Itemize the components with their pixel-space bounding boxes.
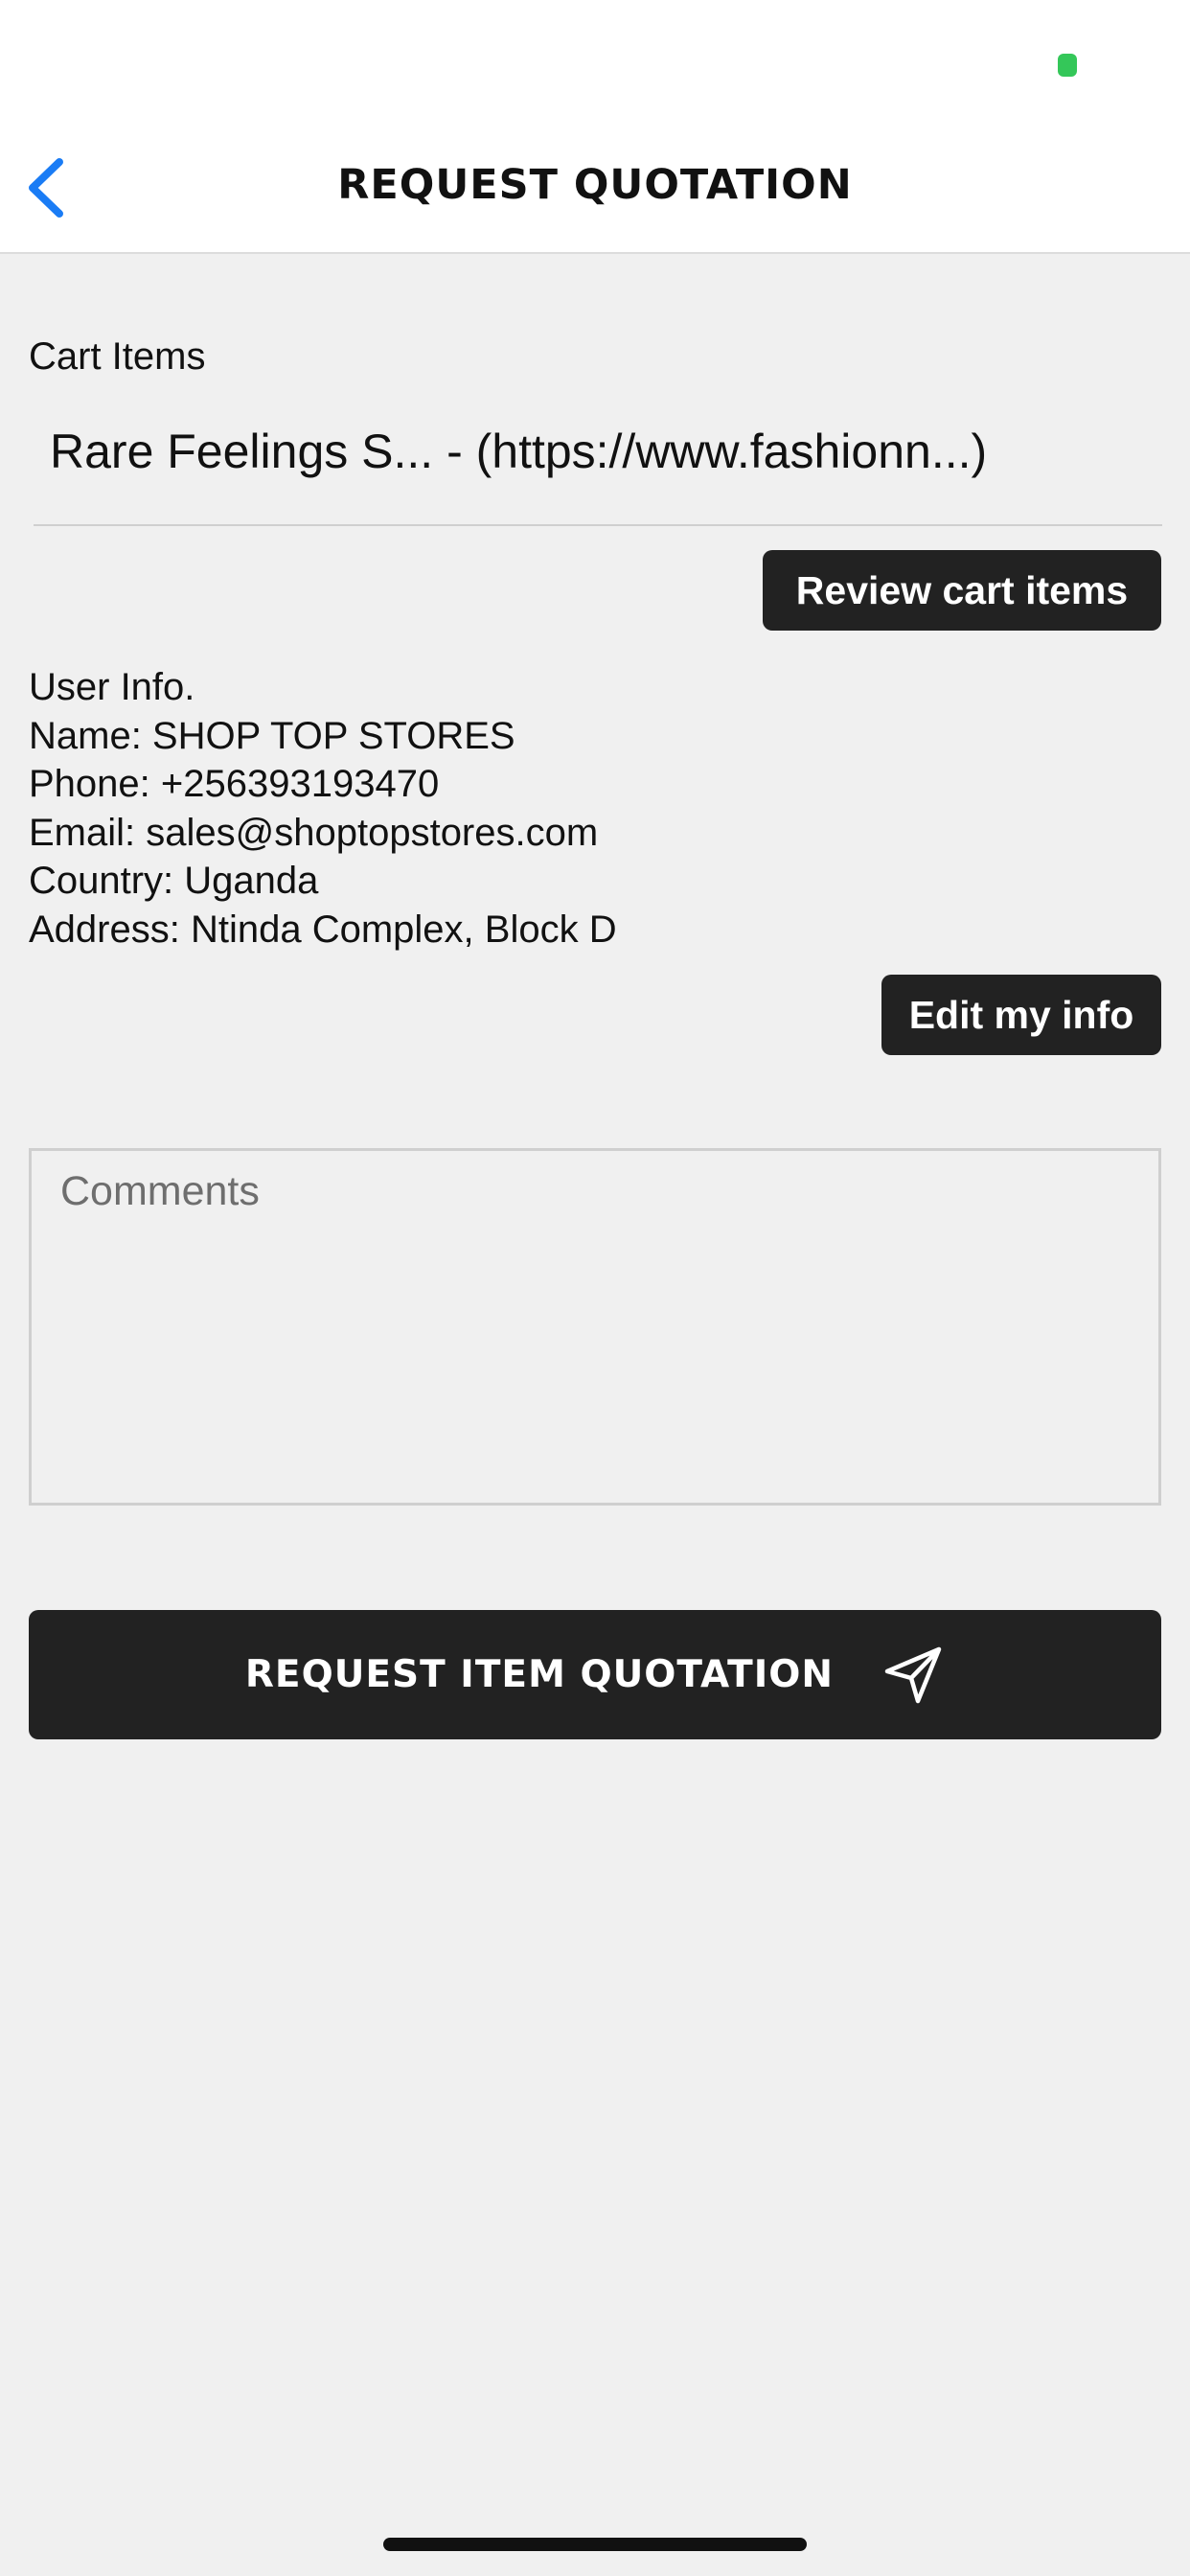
user-name: Name: SHOP TOP STORES [29, 714, 515, 757]
review-cart-items-button[interactable]: Review cart items [763, 550, 1161, 631]
user-country: Country: Uganda [29, 860, 319, 902]
comments-field[interactable] [29, 1148, 1161, 1506]
divider [34, 524, 1162, 526]
request-item-quotation-label: REQUEST ITEM QUOTATION [244, 1653, 835, 1696]
request-item-quotation-button[interactable]: REQUEST ITEM QUOTATION [29, 1610, 1161, 1739]
request-quotation-screen: REQUEST QUOTATION Cart Items Rare Feelin… [0, 0, 1190, 2576]
status-indicator [1058, 54, 1077, 77]
edit-my-info-button[interactable]: Edit my info [881, 975, 1161, 1055]
user-info-heading: User Info. [29, 666, 195, 708]
page-title: REQUEST QUOTATION [337, 161, 853, 209]
cart-item-summary: Rare Feelings S... - (https://www.fashio… [50, 425, 988, 478]
user-email: Email: sales@shoptopstores.com [29, 811, 599, 854]
user-phone: Phone: +256393193470 [29, 763, 440, 805]
home-indicator[interactable] [383, 2538, 807, 2551]
user-info: User Info. Name: SHOP TOP STORES Phone: … [29, 663, 617, 954]
header: REQUEST QUOTATION [0, 0, 1190, 254]
user-address: Address: Ntinda Complex, Block D [29, 908, 617, 951]
cart-items-label: Cart Items [29, 335, 206, 378]
send-icon [881, 1644, 945, 1707]
